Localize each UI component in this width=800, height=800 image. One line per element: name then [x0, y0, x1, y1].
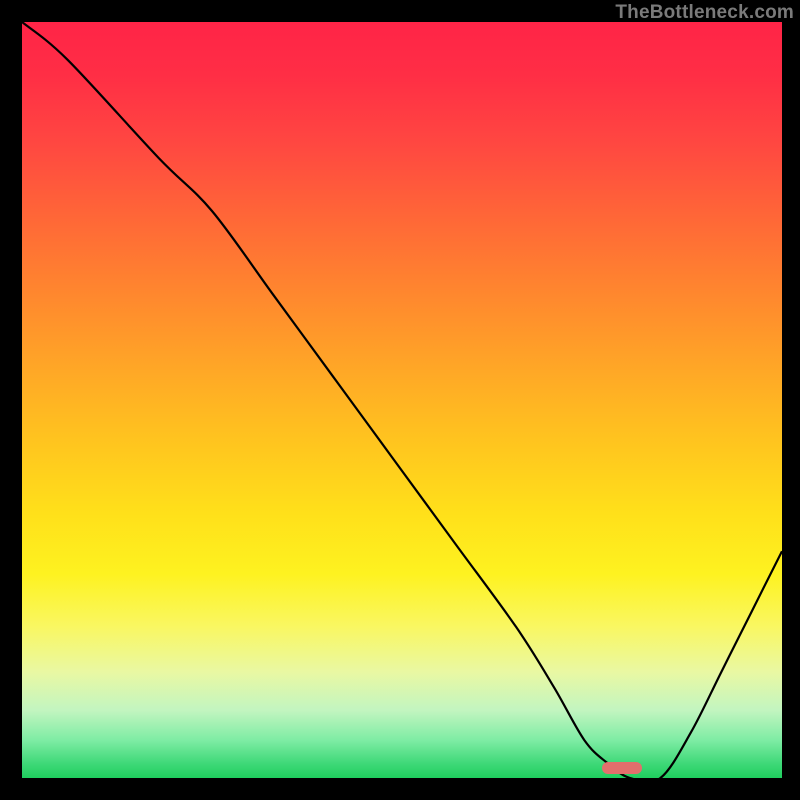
bottleneck-curve [22, 22, 782, 778]
watermark-text: TheBottleneck.com [615, 2, 794, 24]
plot-area [22, 22, 782, 778]
optimal-marker [602, 762, 642, 774]
